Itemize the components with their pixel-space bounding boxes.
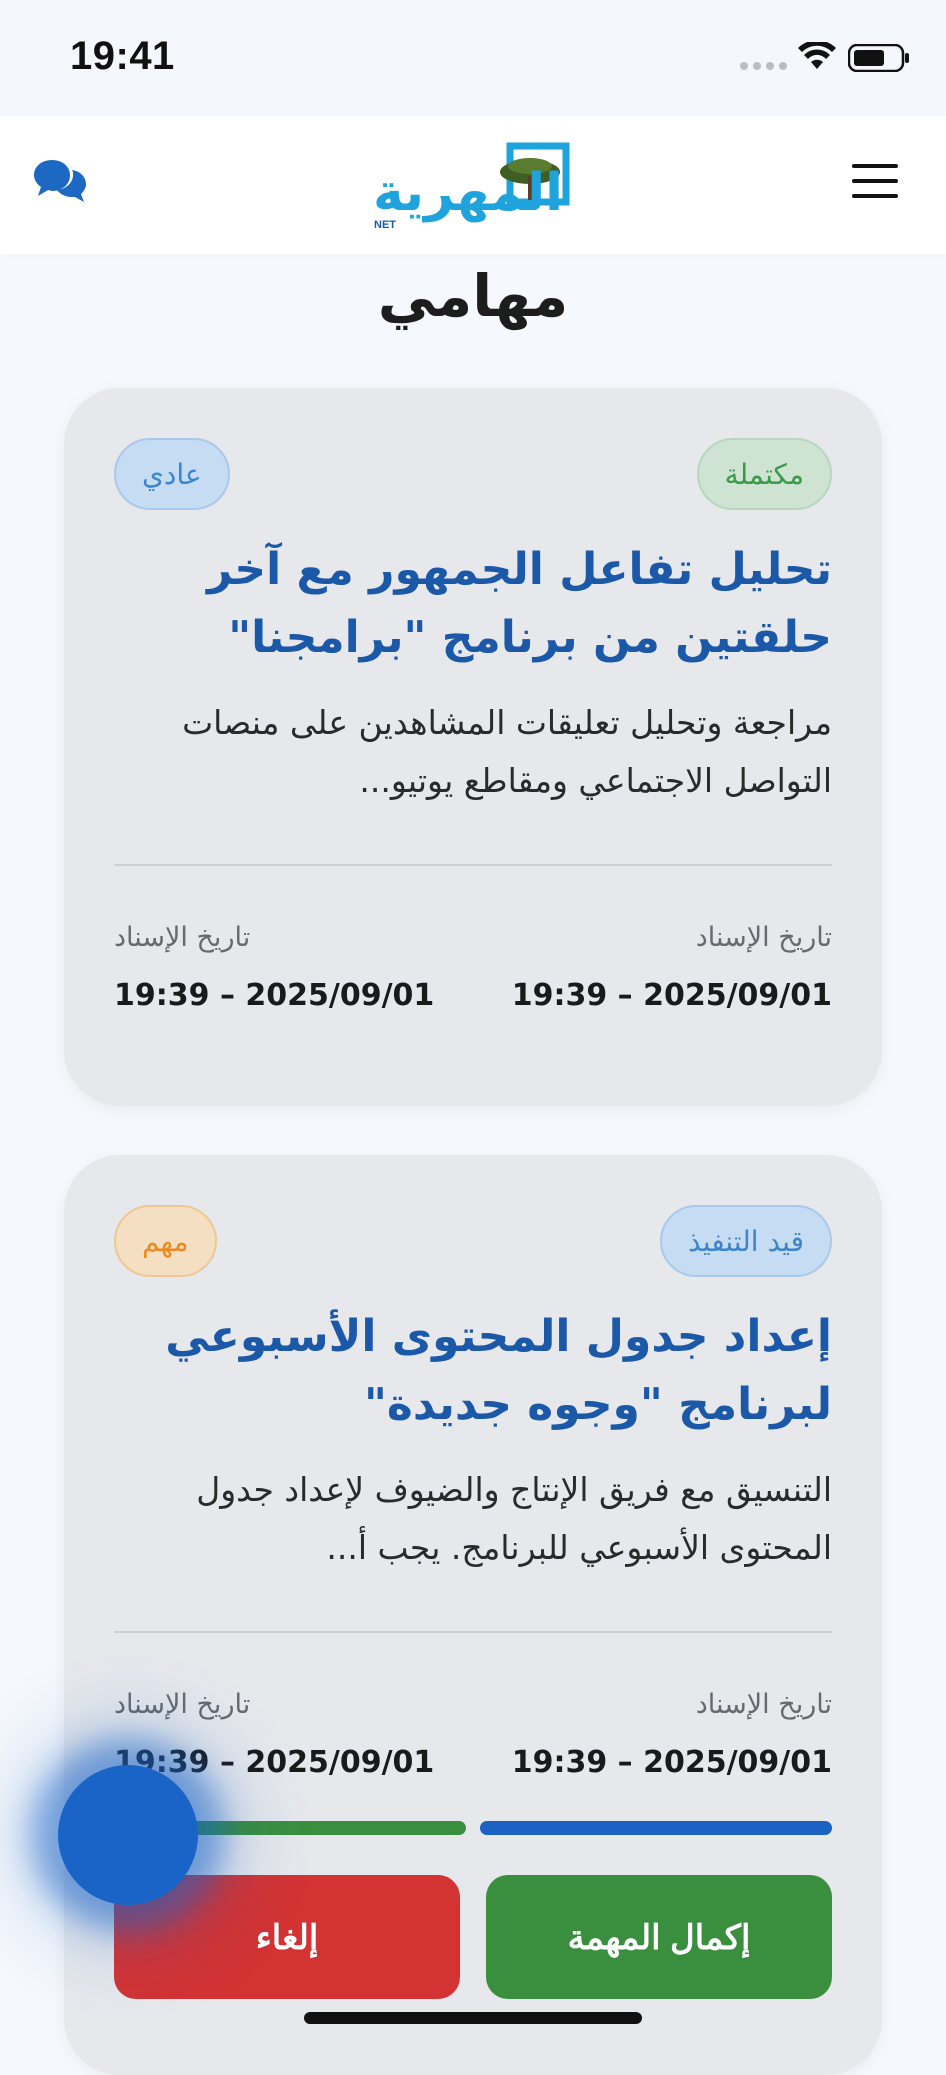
battery-icon — [848, 44, 909, 72]
assign-date-right: تاريخ الإسناد 19:39 – 2025/09/01 — [492, 918, 832, 1016]
logo-text: المهرية — [373, 163, 563, 223]
complete-task-button[interactable]: إكمال المهمة — [486, 1875, 832, 1999]
task-card[interactable]: قيد التنفيذ مهم إعداد جدول المحتوى الأسب… — [64, 1155, 882, 2075]
status-bar: 19:41 — [0, 0, 946, 116]
task-card[interactable]: مكتملة عادي تحليل تفاعل الجمهور مع آخر ح… — [64, 388, 882, 1106]
hamburger-menu-icon[interactable] — [852, 164, 898, 198]
assign-date-left: تاريخ الإسناد 19:39 – 2025/09/01 — [114, 1685, 454, 1783]
date-label: تاريخ الإسناد — [114, 922, 251, 953]
assign-date-left: تاريخ الإسناد 19:39 – 2025/09/01 — [114, 918, 454, 1016]
divider — [114, 864, 832, 866]
page-title: مهامي — [377, 262, 569, 330]
task-description: التنسيق مع فريق الإنتاج والضيوف لإعداد ج… — [196, 1470, 832, 1567]
status-badge: مكتملة — [696, 438, 832, 510]
app-header: المهرية NET — [0, 116, 946, 254]
date-value: 19:39 – 2025/09/01 — [511, 978, 832, 1013]
progress-bar-blue — [480, 1821, 832, 1835]
date-value: 19:39 – 2025/09/01 — [114, 978, 435, 1013]
home-indicator — [304, 2012, 642, 2024]
cellular-signal-icon — [740, 62, 787, 70]
task-title: إعداد جدول المحتوى الأسبوعي لبرنامج "وجو… — [165, 1311, 832, 1430]
assign-date-right: تاريخ الإسناد 19:39 – 2025/09/01 — [492, 1685, 832, 1783]
status-badge: قيد التنفيذ — [660, 1205, 832, 1277]
date-label: تاريخ الإسناد — [695, 922, 832, 953]
date-label: تاريخ الإسناد — [114, 1689, 251, 1720]
logo-sub: NET — [374, 219, 396, 231]
priority-badge: مهم — [114, 1205, 217, 1277]
date-value: 19:39 – 2025/09/01 — [511, 1745, 832, 1780]
logo: المهرية NET — [373, 142, 570, 231]
date-label: تاريخ الإسناد — [695, 1689, 832, 1720]
wifi-icon — [798, 42, 836, 69]
task-description: مراجعة وتحليل تعليقات المشاهدين على منصا… — [182, 703, 832, 800]
divider — [114, 1631, 832, 1633]
chat-icon[interactable] — [32, 156, 88, 206]
priority-badge: عادي — [114, 438, 230, 510]
task-title: تحليل تفاعل الجمهور مع آخر حلقتين من برن… — [207, 544, 832, 663]
status-time: 19:41 — [70, 34, 175, 78]
floating-action-button[interactable] — [58, 1765, 198, 1905]
